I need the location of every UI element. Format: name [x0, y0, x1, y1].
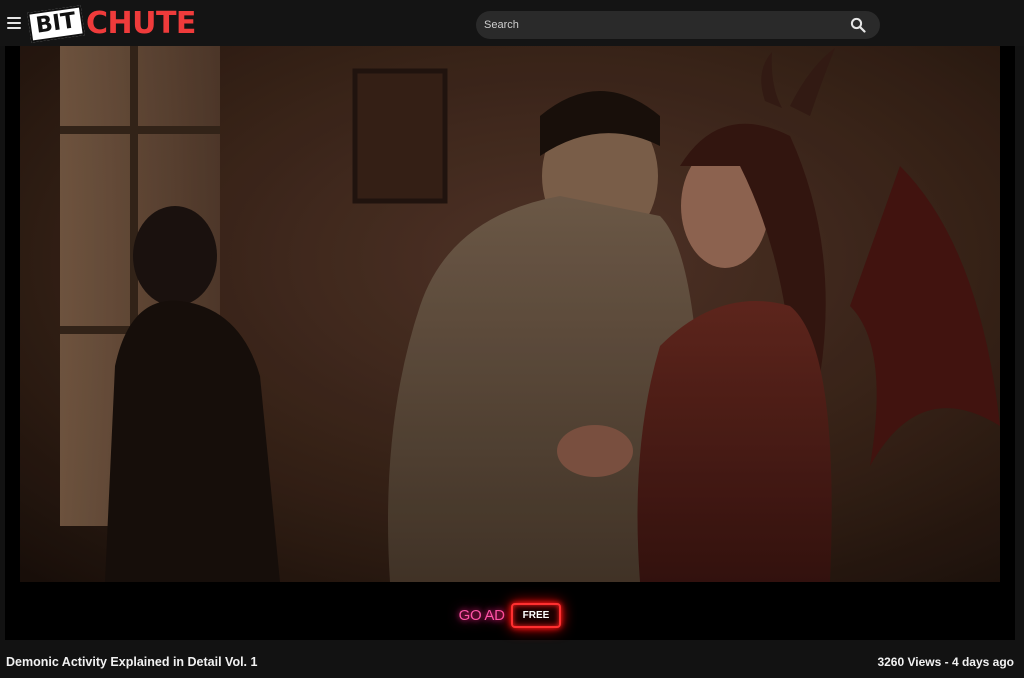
hamburger-menu-icon[interactable] [6, 14, 24, 30]
bitchute-logo[interactable]: BIT CHUTE [27, 5, 196, 43]
video-frame[interactable] [20, 46, 1000, 582]
ad-banner[interactable]: GO AD FREE [5, 600, 1015, 630]
search-icon[interactable] [850, 17, 866, 33]
meta-separator: - [941, 655, 952, 669]
go-ad-label[interactable]: GO AD [459, 607, 505, 624]
video-title: Demonic Activity Explained in Detail Vol… [6, 655, 258, 669]
view-count: 3260 Views [877, 655, 942, 669]
video-still-image [20, 46, 1000, 582]
logo-chute-text: CHUTE [85, 6, 196, 41]
video-meta: 3260 Views - 4 days ago [877, 655, 1014, 669]
free-button[interactable]: FREE [510, 602, 562, 628]
logo-bit-text: BIT [27, 5, 85, 43]
video-player[interactable]: GO AD FREE [5, 46, 1015, 640]
search-input[interactable] [476, 11, 844, 39]
search-bar [476, 11, 880, 39]
upload-age: 4 days ago [951, 655, 1014, 669]
site-header: BIT CHUTE [0, 0, 1024, 46]
